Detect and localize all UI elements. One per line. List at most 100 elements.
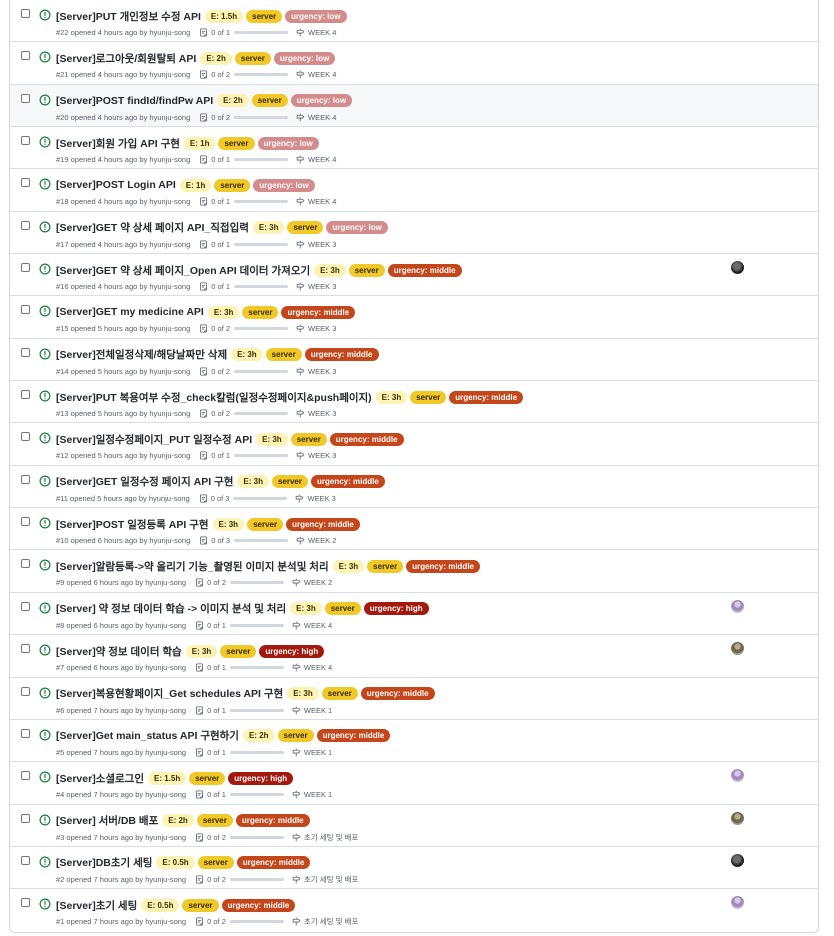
issue-row[interactable]: [Server]POST Login API E: 1h server urgenc… (10, 169, 818, 212)
issue-title-link[interactable]: [Server]DB초기 세팅 (56, 855, 152, 870)
assignee-avatar[interactable] (731, 599, 744, 613)
select-checkbox[interactable] (21, 305, 30, 315)
select-checkbox[interactable] (21, 347, 30, 357)
select-checkbox[interactable] (21, 178, 30, 188)
label-middle[interactable]: urgency: middle (329, 432, 404, 446)
label-est[interactable]: E: 0.5h (156, 856, 195, 870)
label-est[interactable]: E: 3h (314, 263, 346, 277)
label-est[interactable]: E: 3h (231, 348, 263, 362)
issue-title-link[interactable]: [Server]회원 가입 API 구현 (56, 136, 180, 151)
milestone-link[interactable]: WEEK 4 (308, 70, 336, 79)
issue-row[interactable]: [Server]POST 일정등록 API 구현 E: 3h server urge… (10, 508, 818, 551)
issue-title-link[interactable]: [Server]로그아웃/회원탈퇴 API (56, 51, 196, 66)
milestone-link[interactable]: WEEK 3 (308, 240, 336, 249)
issue-row[interactable]: [Server]일정수정페이지_PUT 일정수정 API E: 3h server… (10, 423, 818, 466)
issue-title-link[interactable]: [Server] 약 정보 데이터 학습 -> 이미지 분석 및 처리 (56, 601, 286, 616)
issue-title-link[interactable]: [Server]POST 일정등록 API 구현 (56, 517, 209, 532)
milestone-link[interactable]: WEEK 3 (307, 494, 335, 503)
label-est[interactable]: E: 1h (183, 136, 216, 150)
milestone-link[interactable]: WEEK 4 (304, 663, 332, 672)
select-checkbox[interactable] (21, 686, 30, 696)
label-high[interactable]: urgency: high (228, 771, 294, 785)
milestone-link[interactable]: WEEK 3 (308, 451, 336, 460)
label-high[interactable]: urgency: high (363, 602, 429, 616)
label-est[interactable]: E: 2h (242, 729, 275, 743)
milestone-link[interactable]: WEEK 4 (304, 621, 332, 630)
label-est[interactable]: E: 0.5h (141, 898, 180, 912)
milestone-link[interactable]: WEEK 1 (304, 706, 332, 715)
issue-row[interactable]: [Server] 약 정보 데이터 학습 -> 이미지 분석 및 처리 E: 3… (10, 592, 818, 636)
label-est[interactable]: E: 2h (200, 51, 232, 65)
assignee-avatar[interactable] (731, 811, 744, 825)
milestone-link[interactable]: WEEK 3 (308, 409, 336, 418)
select-checkbox[interactable] (21, 601, 30, 611)
label-est[interactable]: E: 3h (185, 644, 218, 658)
milestone-link[interactable]: WEEK 4 (308, 113, 336, 122)
select-checkbox[interactable] (21, 517, 30, 527)
issue-row[interactable]: [Server]GET 일정수정 페이지 API 구현 E: 3h server u… (10, 465, 818, 509)
issue-title-link[interactable]: [Server]POST findId/findPw API (56, 95, 213, 107)
issue-row[interactable]: [Server]GET my medicine API E: 3h server u… (10, 296, 818, 339)
label-middle[interactable]: urgency: middle (304, 348, 379, 362)
select-checkbox[interactable] (21, 728, 30, 738)
issue-title-link[interactable]: [Server]POST Login API (56, 179, 176, 191)
issue-row[interactable]: [Server]GET 약 상세 페이지 API_직접입력 E: 3h serve… (10, 211, 818, 255)
issue-row[interactable]: [Server]약 정보 데이터 학습 E: 3h server urgency: … (10, 635, 818, 678)
label-middle[interactable]: urgency: middle (360, 687, 435, 700)
label-server[interactable]: server (247, 517, 284, 531)
label-middle[interactable]: urgency: middle (316, 729, 391, 743)
issue-title-link[interactable]: [Server]소셜로그인 (56, 771, 144, 786)
label-est[interactable]: E: 3h (332, 559, 365, 573)
select-checkbox[interactable] (21, 855, 30, 865)
label-middle[interactable]: urgency: middle (236, 856, 311, 870)
issue-row[interactable]: [Server]GET 약 상세 페이지_Open API 데이터 가져오기 E… (10, 254, 818, 297)
issue-title-link[interactable]: [Server]GET my medicine API (56, 306, 204, 318)
milestone-link[interactable]: WEEK 1 (304, 790, 332, 799)
assignee-avatar[interactable] (731, 896, 744, 910)
select-checkbox[interactable] (21, 136, 30, 146)
milestone-link[interactable]: WEEK 2 (304, 578, 332, 587)
label-server[interactable]: server (271, 475, 308, 489)
label-middle[interactable]: urgency: middle (235, 814, 310, 828)
label-server[interactable]: server (214, 178, 251, 192)
select-checkbox[interactable] (21, 220, 30, 230)
issue-title-link[interactable]: [Server]알람등록->약 올리기 기능_촬영된 이미지 분석및 처리 (56, 559, 329, 574)
label-high[interactable]: urgency: high (259, 644, 325, 658)
issue-title-link[interactable]: [Server]약 정보 데이터 학습 (56, 644, 182, 659)
assignee-avatar[interactable] (731, 642, 744, 656)
select-checkbox[interactable] (21, 813, 30, 823)
label-server[interactable]: server (246, 9, 283, 23)
issue-title-link[interactable]: [Server]전체일정삭제/해당날짜만 삭제 (56, 347, 227, 362)
milestone-link[interactable]: WEEK 3 (308, 324, 336, 333)
label-est[interactable]: E: 3h (252, 221, 285, 235)
milestone-link[interactable]: WEEK 4 (308, 155, 336, 164)
select-checkbox[interactable] (21, 9, 30, 18)
issue-row[interactable]: [Server]알람등록->약 올리기 기능_촬영된 이미지 분석및 처리 E:… (10, 550, 818, 593)
select-checkbox[interactable] (21, 474, 30, 484)
issue-title-link[interactable]: [Server]PUT 복용여부 수정_check칼럼(일정수정페이지&push… (56, 390, 372, 405)
issue-title-link[interactable]: [Server]GET 약 상세 페이지 API_직접입력 (56, 220, 249, 235)
label-middle[interactable]: urgency: middle (387, 263, 462, 277)
select-checkbox[interactable] (21, 771, 30, 781)
label-server[interactable]: server (287, 221, 324, 235)
select-checkbox[interactable] (21, 644, 30, 654)
label-middle[interactable]: urgency: middle (406, 559, 480, 573)
label-est[interactable]: E: 3h (375, 390, 408, 404)
label-est[interactable]: E: 1.5h (148, 771, 187, 785)
label-server[interactable]: server (220, 644, 257, 658)
label-est[interactable]: E: 1h (179, 178, 212, 192)
label-server[interactable]: server (321, 687, 358, 700)
select-checkbox[interactable] (21, 93, 30, 103)
label-server[interactable]: server (290, 432, 327, 446)
issue-row[interactable]: [Server]로그아웃/회원탈퇴 API E: 2h server urgency… (10, 42, 818, 85)
label-server[interactable]: server (218, 136, 255, 150)
issue-title-link[interactable]: [Server]일정수정페이지_PUT 일정수정 API (56, 432, 252, 447)
select-checkbox[interactable] (21, 559, 30, 569)
issue-title-link[interactable]: [Server]GET 일정수정 페이지 API 구현 (56, 474, 233, 489)
assignee-avatar[interactable] (731, 853, 744, 867)
issue-title-link[interactable]: [Server]초기 세팅 (56, 898, 137, 913)
label-server[interactable]: server (348, 263, 385, 277)
label-est[interactable]: E: 3h (237, 475, 269, 489)
label-server[interactable]: server (251, 94, 288, 108)
select-checkbox[interactable] (21, 263, 30, 273)
